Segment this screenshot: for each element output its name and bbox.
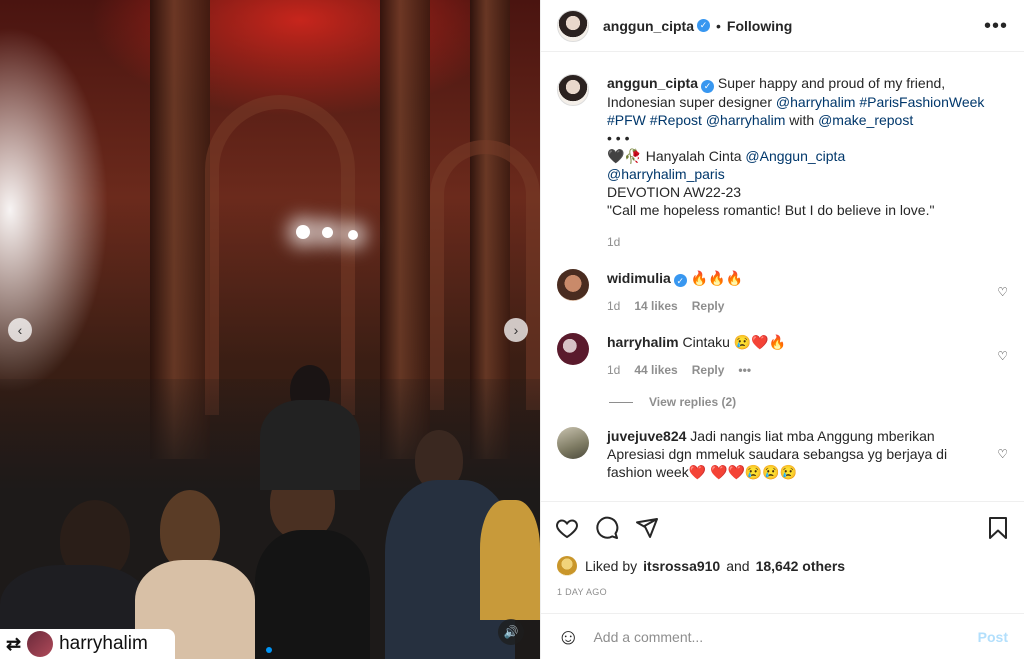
liker-avatar[interactable] — [557, 556, 577, 576]
comment-options-icon[interactable]: ••• — [738, 361, 751, 379]
commenter-avatar[interactable] — [557, 427, 589, 459]
caption-username[interactable]: anggun_cipta — [607, 75, 698, 91]
caption-emoji: 🖤🥀 — [607, 147, 642, 164]
next-button[interactable]: › — [504, 318, 528, 342]
commenter-avatar[interactable] — [557, 268, 589, 301]
view-replies-label: View replies (2) — [649, 395, 737, 409]
post-date: 1 DAY AGO — [557, 587, 607, 597]
mention-link[interactable]: @harryhalim — [776, 94, 856, 110]
repost-username: harryhalim — [59, 633, 148, 654]
comment-text: 🔥🔥🔥 — [690, 269, 743, 286]
smile-icon[interactable]: ☺ — [557, 624, 579, 650]
mention-link[interactable]: @Anggun_cipta — [745, 148, 845, 164]
verified-badge-icon: ✓ — [701, 79, 715, 93]
reply-button[interactable]: Reply — [692, 361, 725, 379]
comment-item: juvejuve824 Jadi nangis liat mba Anggung… — [557, 409, 1008, 481]
post-video[interactable]: ‹ › ⇄ harryhalim 🔊 — [0, 0, 540, 659]
post-caption: anggun_cipta ✓ Super happy and proud of m… — [557, 52, 1008, 251]
post-modal: ‹ › ⇄ harryhalim 🔊 anggun_cipta ✓ • Foll… — [0, 0, 1024, 659]
likes-summary: Liked by itsrossa910 and 18,642 others — [541, 553, 1024, 579]
liker-username[interactable]: itsrossa910 — [643, 558, 720, 574]
repost-watermark: ⇄ harryhalim — [0, 629, 175, 659]
mention-link[interactable]: @harryhalim_paris — [607, 165, 1008, 183]
commenter-avatar[interactable] — [557, 333, 589, 365]
commenter-username[interactable]: harryhalim — [607, 334, 679, 350]
mute-button[interactable]: 🔊 — [498, 619, 524, 645]
comment-likes[interactable]: 14 likes — [634, 297, 677, 315]
author-username[interactable]: anggun_cipta — [603, 18, 694, 34]
caption-time[interactable]: 1d — [607, 233, 620, 251]
repost-avatar — [27, 631, 54, 657]
caption-text: with — [789, 111, 815, 128]
caption-text: "Call me hopeless romantic! But I do bel… — [607, 201, 935, 218]
audience-body — [260, 400, 360, 490]
following-button[interactable]: Following — [727, 18, 792, 34]
comment-likes[interactable]: 44 likes — [634, 361, 677, 379]
caption-text: DEVOTION AW22-23 — [607, 183, 742, 200]
caption-text: Hanyalah Cinta — [645, 147, 742, 164]
mention-link[interactable]: @make_repost — [818, 112, 913, 128]
liked-by-label: Liked by — [585, 558, 638, 574]
verified-badge-icon: ✓ — [697, 19, 711, 32]
mention-link[interactable]: @harryhalim — [706, 112, 786, 128]
stage-light — [348, 230, 358, 240]
audience-body — [480, 500, 540, 620]
comment-item: harryhalim Cintaku 😢❤️🔥 1d 44 likes Repl… — [557, 315, 1008, 379]
replies-line — [609, 401, 633, 403]
heart-icon[interactable]: ♡ — [997, 447, 1008, 461]
chevron-left-icon: ‹ — [17, 322, 23, 338]
caption-avatar[interactable] — [557, 74, 589, 106]
comment-icon[interactable] — [595, 516, 619, 540]
comment-input[interactable] — [593, 628, 964, 645]
view-replies-button[interactable]: View replies (2) — [609, 395, 1008, 409]
likes-and-label: and — [726, 558, 750, 574]
stage-light — [296, 225, 310, 239]
likes-others-button[interactable]: 18,642 others — [756, 558, 846, 574]
carousel-dot — [266, 647, 272, 653]
more-horizontal-icon[interactable]: ••• — [984, 16, 1008, 36]
carousel-indicator — [266, 647, 272, 653]
speaker-icon: 🔊 — [503, 625, 519, 639]
verified-badge-icon: ✓ — [673, 274, 687, 287]
comment-item: widimulia ✓ 🔥🔥🔥 1d 14 likes Reply ♡ — [557, 251, 1008, 316]
reply-button[interactable]: Reply — [692, 297, 725, 315]
author-avatar[interactable] — [557, 9, 589, 42]
heart-icon[interactable]: ♡ — [997, 285, 1008, 299]
commenter-username[interactable]: juvejuve824 — [607, 428, 686, 444]
comments-scroll[interactable]: anggun_cipta ✓ Super happy and proud of m… — [541, 52, 1024, 501]
caption-dots: • • • — [607, 129, 630, 146]
hall-arch — [430, 140, 540, 410]
chevron-right-icon: › — [513, 322, 519, 338]
comment-time[interactable]: 1d — [607, 361, 620, 379]
bookmark-icon[interactable] — [986, 516, 1010, 540]
post-actions — [541, 501, 1024, 553]
share-icon[interactable] — [635, 516, 659, 540]
separator: • — [716, 17, 721, 34]
commenter-username[interactable]: widimulia — [607, 270, 671, 286]
previous-button[interactable]: ‹ — [8, 318, 32, 342]
stage-light — [322, 227, 333, 238]
post-side-panel: anggun_cipta ✓ • Following ••• anggun_ci… — [540, 0, 1024, 659]
audience-head — [160, 490, 220, 570]
comment-text: Cintaku 😢❤️🔥 — [682, 334, 787, 350]
audience-body — [255, 530, 370, 659]
post-comment-button[interactable]: Post — [978, 629, 1008, 645]
heart-icon[interactable]: ♡ — [997, 349, 1008, 363]
comment-form: ☺ Post — [541, 613, 1024, 659]
repost-icon: ⇄ — [6, 633, 22, 654]
heart-icon[interactable] — [555, 516, 579, 540]
post-header: anggun_cipta ✓ • Following ••• — [541, 0, 1024, 52]
comment-time[interactable]: 1d — [607, 297, 620, 315]
hall-arch — [205, 95, 355, 415]
